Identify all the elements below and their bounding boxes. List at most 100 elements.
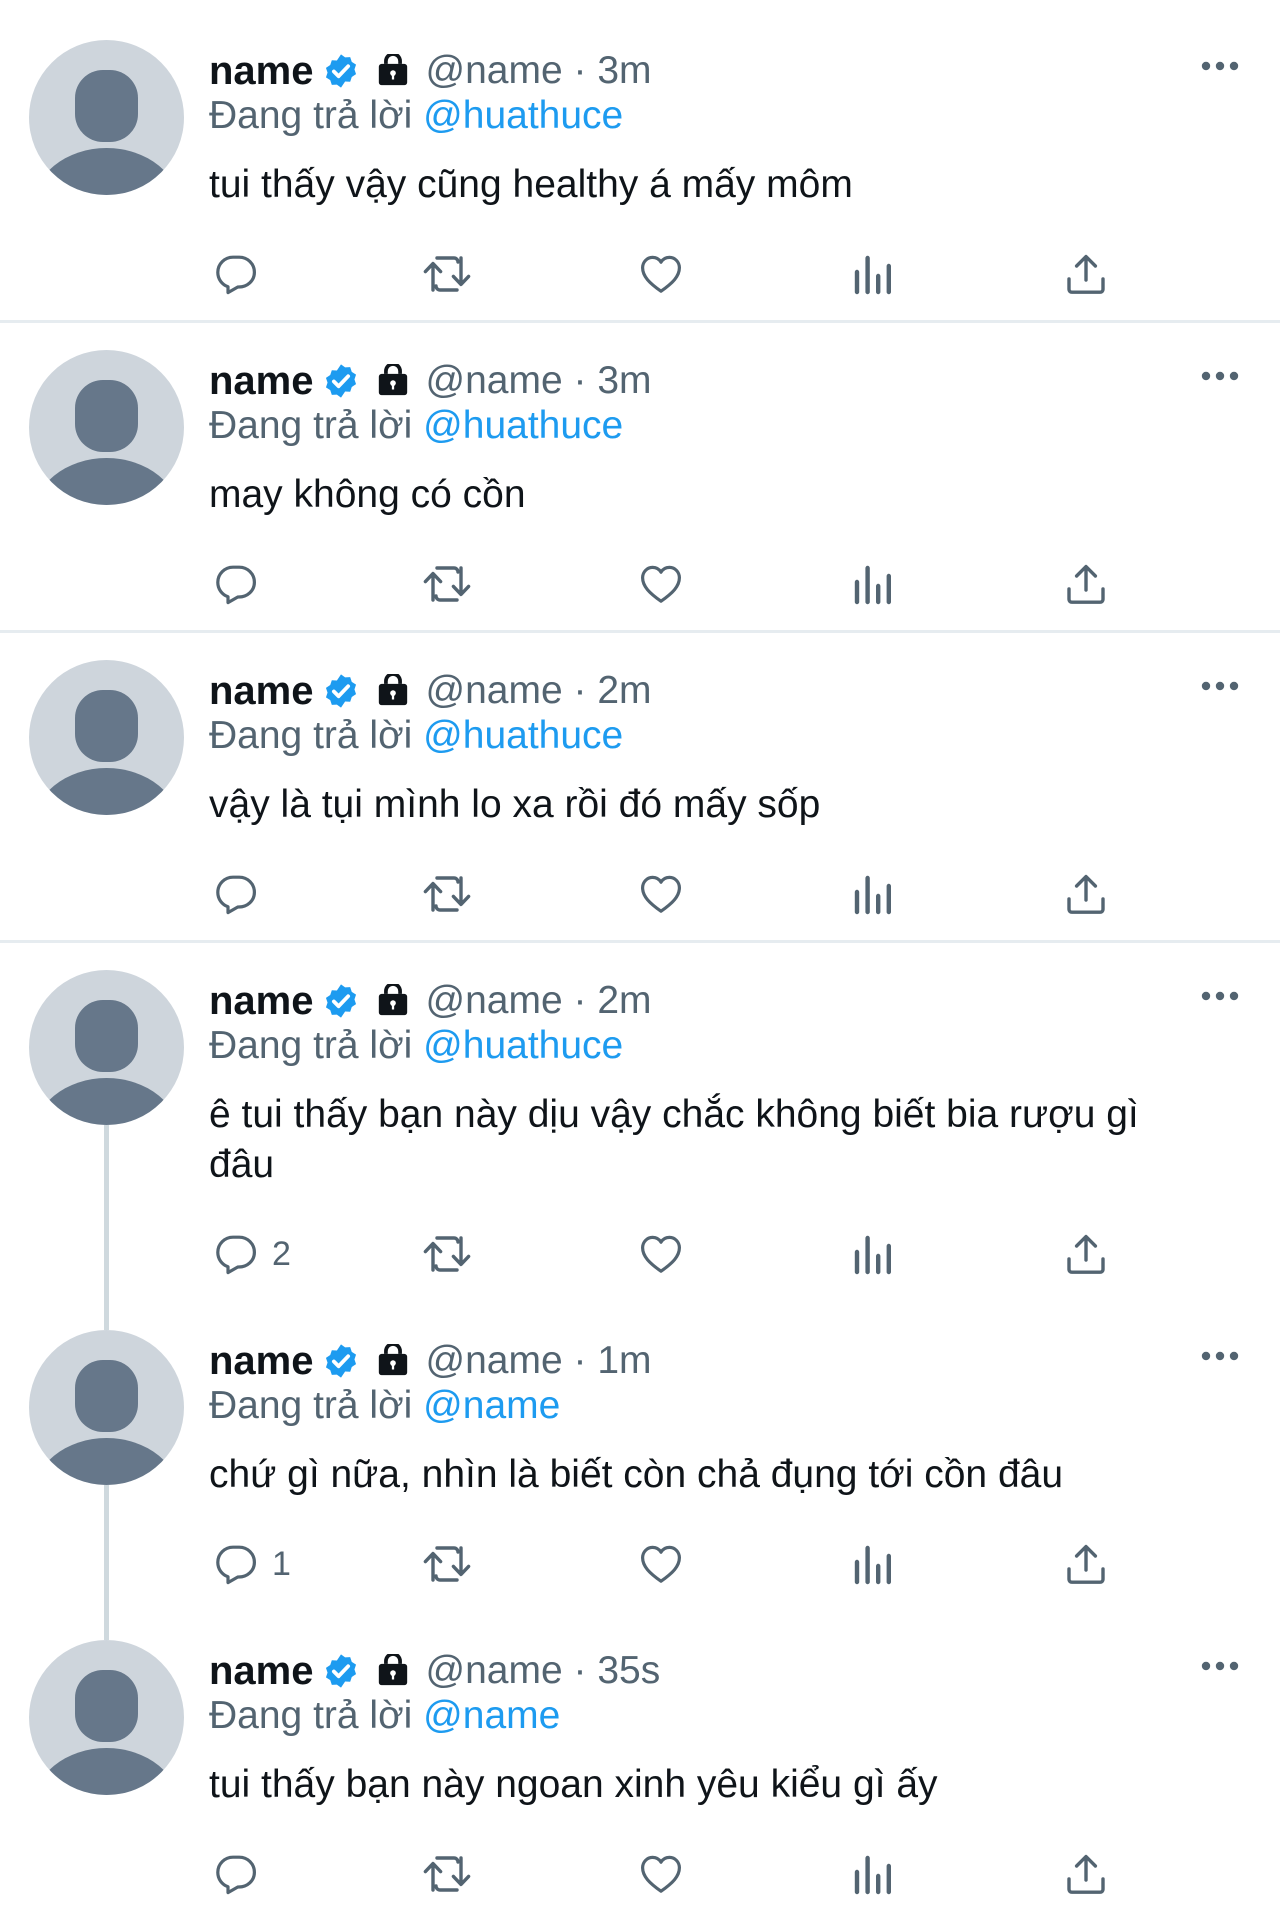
replying-prefix: Đang trả lời <box>209 1384 413 1427</box>
protected-lock-icon <box>376 54 410 88</box>
mention-link[interactable]: @huathuce <box>423 404 623 447</box>
views-button[interactable] <box>851 244 895 304</box>
avatar[interactable] <box>29 660 184 815</box>
display-name[interactable]: name <box>209 979 314 1024</box>
timestamp[interactable]: · 35s <box>574 1649 661 1692</box>
timestamp[interactable]: · 2m <box>574 669 652 712</box>
more-options-icon[interactable] <box>1195 672 1245 700</box>
more-options-icon[interactable] <box>1195 1652 1245 1680</box>
tweet[interactable]: name @name · 1m Đang trả lời @name chứ g… <box>0 1290 1280 1600</box>
mention-link[interactable]: @name <box>423 1694 560 1737</box>
tweet[interactable]: name @name · 2m Đang trả lời @huathuce ê… <box>0 930 1280 1290</box>
action-bar: 1 <box>209 1534 1129 1594</box>
default-avatar-icon <box>34 380 179 505</box>
views-button[interactable] <box>851 554 895 614</box>
like-button[interactable] <box>637 864 685 924</box>
tweet[interactable]: name @name · 35s Đang trả lời @name tui … <box>0 1600 1280 1920</box>
more-options-icon[interactable] <box>1195 362 1245 390</box>
like-icon <box>641 1855 681 1893</box>
replying-to: Đang trả lời @huathuce <box>209 1024 623 1068</box>
reply-button[interactable]: 2 <box>212 1224 291 1284</box>
retweet-icon <box>423 256 471 292</box>
tweet[interactable]: name @name · 2m Đang trả lời @huathuce v… <box>0 620 1280 943</box>
tweet[interactable]: name @name · 3m Đang trả lời @huathuce m… <box>0 310 1280 633</box>
reply-button[interactable] <box>212 864 272 924</box>
like-button[interactable] <box>637 1534 685 1594</box>
reply-button[interactable] <box>212 1844 272 1904</box>
protected-lock-icon <box>376 674 410 708</box>
reply-button[interactable] <box>212 554 272 614</box>
user-handle[interactable]: @name <box>426 359 563 402</box>
tweet[interactable]: name @name · 3m Đang trả lời @huathuce t… <box>0 0 1280 323</box>
default-avatar-icon <box>34 70 179 195</box>
retweet-button[interactable] <box>421 244 473 304</box>
share-icon <box>1067 254 1105 294</box>
views-icon <box>854 1545 891 1585</box>
retweet-button[interactable] <box>421 1224 473 1284</box>
share-button[interactable] <box>1062 864 1110 924</box>
more-options-icon[interactable] <box>1195 52 1245 80</box>
retweet-icon <box>423 566 471 602</box>
more-options-icon[interactable] <box>1195 1342 1245 1370</box>
protected-lock-icon <box>376 1654 410 1688</box>
protected-lock-icon <box>376 1344 410 1378</box>
user-handle[interactable]: @name <box>426 979 563 1022</box>
protected-lock-icon <box>376 984 410 1018</box>
verified-badge-icon <box>322 1652 360 1690</box>
timestamp[interactable]: · 3m <box>574 49 652 92</box>
like-button[interactable] <box>637 1844 685 1904</box>
replying-prefix: Đang trả lời <box>209 404 413 447</box>
display-name[interactable]: name <box>209 49 314 94</box>
display-name[interactable]: name <box>209 1649 314 1694</box>
more-options-icon[interactable] <box>1195 982 1245 1010</box>
like-icon <box>641 1235 681 1273</box>
share-button[interactable] <box>1062 244 1110 304</box>
retweet-button[interactable] <box>421 1844 473 1904</box>
views-button[interactable] <box>851 1534 895 1594</box>
mention-link[interactable]: @huathuce <box>423 94 623 137</box>
display-name[interactable]: name <box>209 669 314 714</box>
retweet-button[interactable] <box>421 1534 473 1594</box>
mention-link[interactable]: @huathuce <box>423 714 623 757</box>
user-handle[interactable]: @name <box>426 1649 563 1692</box>
reply-button[interactable] <box>212 244 272 304</box>
avatar[interactable] <box>29 1330 184 1485</box>
avatar[interactable] <box>29 350 184 505</box>
retweet-button[interactable] <box>421 864 473 924</box>
display-name[interactable]: name <box>209 359 314 404</box>
retweet-icon <box>423 1236 471 1272</box>
share-button[interactable] <box>1062 1224 1110 1284</box>
reply-button[interactable]: 1 <box>212 1534 291 1594</box>
share-button[interactable] <box>1062 1534 1110 1594</box>
mention-link[interactable]: @name <box>423 1384 560 1427</box>
user-handle[interactable]: @name <box>426 669 563 712</box>
tweet-text: may không có cồn <box>209 473 526 516</box>
avatar[interactable] <box>29 1640 184 1795</box>
action-bar <box>209 244 1129 304</box>
like-button[interactable] <box>637 244 685 304</box>
views-button[interactable] <box>851 864 895 924</box>
timestamp[interactable]: · 2m <box>574 979 652 1022</box>
share-icon <box>1067 1234 1105 1274</box>
mention-link[interactable]: @huathuce <box>423 1024 623 1067</box>
timestamp[interactable]: · 3m <box>574 359 652 402</box>
action-bar <box>209 1844 1129 1904</box>
like-icon <box>641 875 681 913</box>
user-handle[interactable]: @name <box>426 1339 563 1382</box>
display-name[interactable]: name <box>209 1339 314 1384</box>
share-button[interactable] <box>1062 1844 1110 1904</box>
tweet-thread: name @name · 3m Đang trả lời @huathuce t… <box>0 0 1280 1920</box>
tweet-text: tui thấy bạn này ngoan xinh yêu kiểu gì … <box>209 1763 938 1806</box>
views-button[interactable] <box>851 1844 895 1904</box>
timestamp[interactable]: · 1m <box>574 1339 652 1382</box>
share-button[interactable] <box>1062 554 1110 614</box>
like-button[interactable] <box>637 1224 685 1284</box>
avatar[interactable] <box>29 40 184 195</box>
default-avatar-icon <box>34 1670 179 1795</box>
user-handle[interactable]: @name <box>426 49 563 92</box>
like-button[interactable] <box>637 554 685 614</box>
reply-icon <box>216 1545 256 1585</box>
avatar[interactable] <box>29 970 184 1125</box>
views-button[interactable] <box>851 1224 895 1284</box>
retweet-button[interactable] <box>421 554 473 614</box>
